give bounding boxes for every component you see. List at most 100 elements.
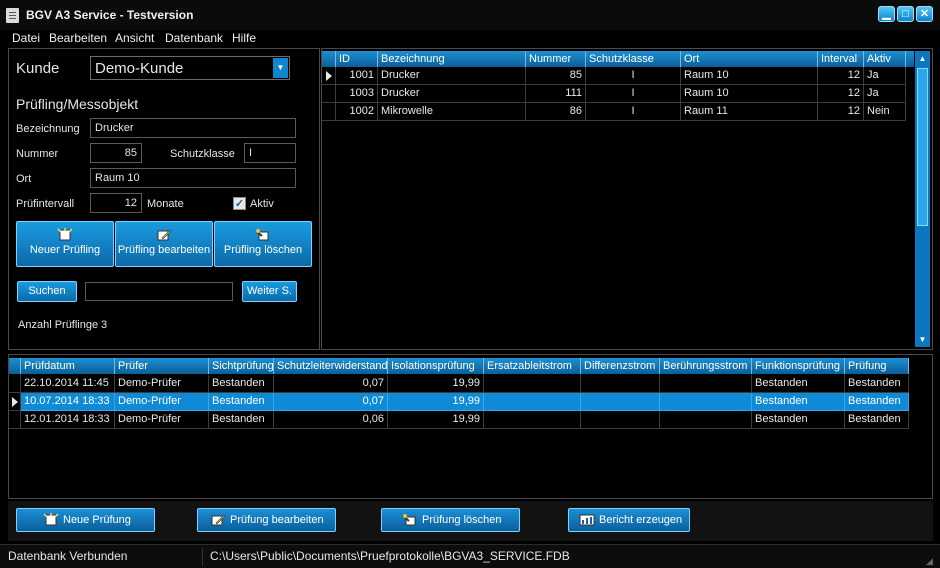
scroll-thumb[interactable] bbox=[917, 68, 928, 226]
delete-device-label: Prüfling löschen bbox=[223, 244, 303, 256]
edit-device-button[interactable]: Prüfling bearbeiten bbox=[115, 221, 213, 267]
table-row[interactable]: 1001 Drucker 85 I Raum 10 12 Ja bbox=[322, 67, 906, 85]
cell-pruefer: Demo-Prüfer bbox=[115, 375, 209, 393]
nummer-field[interactable]: 85 bbox=[90, 143, 142, 163]
customer-select[interactable]: Demo-Kunde ▼ bbox=[90, 56, 290, 80]
close-button[interactable]: ✕ bbox=[916, 6, 933, 22]
col-header-nummer[interactable]: Nummer bbox=[526, 51, 586, 67]
row-indicator bbox=[322, 85, 336, 103]
new-test-button[interactable]: Neue Prüfung bbox=[16, 508, 155, 532]
cell-sichtpruefung: Bestanden bbox=[209, 393, 274, 411]
row-indicator bbox=[9, 411, 21, 429]
cell-id: 1002 bbox=[336, 103, 378, 121]
search-button[interactable]: Suchen bbox=[17, 281, 77, 302]
menu-datei[interactable]: Datei bbox=[12, 31, 40, 45]
col-header-id[interactable]: ID bbox=[336, 51, 378, 67]
col-header-pruefung[interactable]: Prüfung bbox=[845, 358, 909, 374]
cell-pruefung: Bestanden bbox=[845, 393, 909, 411]
ort-field[interactable]: Raum 10 bbox=[90, 168, 296, 188]
delete-test-label: Prüfung löschen bbox=[422, 514, 502, 526]
cell-beruehrungsstrom bbox=[660, 411, 752, 429]
new-device-icon bbox=[57, 228, 73, 241]
cell-schutzleiterwiderstand: 0,07 bbox=[274, 375, 388, 393]
menu-datenbank[interactable]: Datenbank bbox=[165, 31, 223, 45]
cell-sichtpruefung: Bestanden bbox=[209, 375, 274, 393]
search-input[interactable] bbox=[85, 282, 233, 301]
bezeichnung-field[interactable]: Drucker bbox=[90, 118, 296, 138]
create-report-button[interactable]: Bericht erzeugen bbox=[568, 508, 690, 532]
row-indicator bbox=[9, 375, 21, 393]
customer-select-value: Demo-Kunde bbox=[95, 60, 184, 77]
cell-pruefer: Demo-Prüfer bbox=[115, 393, 209, 411]
scroll-down-icon[interactable]: ▼ bbox=[915, 332, 930, 347]
cell-isolationspruefung: 19,99 bbox=[388, 411, 484, 429]
resize-grip-icon[interactable]: ◢ bbox=[926, 556, 936, 566]
col-header-schutzleiterwiderstand[interactable]: Schutzleiterwiderstand bbox=[274, 358, 388, 374]
col-header-pruefer[interactable]: Prüfer bbox=[115, 358, 209, 374]
new-device-button[interactable]: Neuer Prüfling bbox=[16, 221, 114, 267]
search-next-button[interactable]: Weiter S. bbox=[242, 281, 297, 302]
delete-device-button[interactable]: Prüfling löschen bbox=[214, 221, 312, 267]
cell-schutzleiterwiderstand: 0,06 bbox=[274, 411, 388, 429]
schutzklasse-label: Schutzklasse bbox=[170, 148, 235, 160]
table-row[interactable]: 1002 Mikrowelle 86 I Raum 11 12 Nein bbox=[322, 103, 906, 121]
cell-aktiv: Ja bbox=[864, 85, 906, 103]
devices-vertical-scrollbar[interactable]: ▲ ▼ bbox=[915, 51, 930, 347]
minimize-button[interactable]: ▁ bbox=[878, 6, 895, 22]
device-count-value: 3 bbox=[101, 319, 108, 331]
section-title: Prüfling/Messobjekt bbox=[16, 96, 139, 112]
edit-device-label: Prüfling bearbeiten bbox=[117, 244, 211, 256]
menu-ansicht[interactable]: Ansicht bbox=[115, 31, 154, 45]
col-header-beruehrungsstrom[interactable]: Berührungsstrom bbox=[660, 358, 752, 374]
col-header-differenzstrom[interactable]: Differenzstrom bbox=[581, 358, 660, 374]
table-row[interactable]: 12.01.2014 18:33 Demo-Prüfer Bestanden 0… bbox=[9, 411, 909, 429]
chevron-down-icon[interactable]: ▼ bbox=[273, 58, 288, 78]
table-row[interactable]: 22.10.2014 11:45 Demo-Prüfer Bestanden 0… bbox=[9, 375, 909, 393]
table-row-selected[interactable]: 10.07.2014 18:33 Demo-Prüfer Bestanden 0… bbox=[9, 393, 909, 411]
devices-table-header: ID Bezeichnung Nummer Schutzklasse Ort I… bbox=[322, 51, 914, 67]
col-header-interval[interactable]: Interval bbox=[818, 51, 864, 67]
schutzklasse-field[interactable]: I bbox=[244, 143, 296, 163]
cell-nummer: 86 bbox=[526, 103, 586, 121]
col-header-sichtpruefung[interactable]: Sichtprüfung bbox=[209, 358, 274, 374]
delete-test-button[interactable]: Prüfung löschen bbox=[381, 508, 520, 532]
cell-nummer: 85 bbox=[526, 67, 586, 85]
edit-test-label: Prüfung bearbeiten bbox=[230, 514, 324, 526]
monate-label: Monate bbox=[147, 198, 184, 210]
cell-ort: Raum 10 bbox=[681, 67, 818, 85]
cell-funktionspruefung: Bestanden bbox=[752, 393, 845, 411]
aktiv-checkbox[interactable]: ✓ bbox=[233, 197, 246, 210]
col-header-bezeichnung[interactable]: Bezeichnung bbox=[378, 51, 526, 67]
col-header-schutzklasse[interactable]: Schutzklasse bbox=[586, 51, 681, 67]
cell-schutzklasse: I bbox=[586, 85, 681, 103]
scroll-up-icon[interactable]: ▲ bbox=[915, 51, 930, 66]
cell-ersatzableitstrom bbox=[484, 393, 581, 411]
col-header-isolationspruefung[interactable]: Isolationsprüfung bbox=[388, 358, 484, 374]
cell-pruefung: Bestanden bbox=[845, 411, 909, 429]
col-header-ersatzableitstrom[interactable]: Ersatzableitstrom bbox=[484, 358, 581, 374]
create-report-label: Bericht erzeugen bbox=[599, 514, 683, 526]
pruefintervall-field[interactable]: 12 bbox=[90, 193, 142, 213]
maximize-button[interactable]: □ bbox=[897, 6, 914, 22]
tests-table-header: Prüfdatum Prüfer Sichtprüfung Schutzleit… bbox=[9, 358, 909, 374]
menu-bearbeiten[interactable]: Bearbeiten bbox=[49, 31, 107, 45]
cell-bezeichnung: Mikrowelle bbox=[378, 103, 526, 121]
col-header-pruefdatum[interactable]: Prüfdatum bbox=[21, 358, 115, 374]
row-indicator bbox=[322, 67, 336, 85]
cell-pruefdatum: 12.01.2014 18:33 bbox=[21, 411, 115, 429]
cell-ersatzableitstrom bbox=[484, 411, 581, 429]
menu-hilfe[interactable]: Hilfe bbox=[232, 31, 256, 45]
current-row-arrow-icon bbox=[326, 71, 332, 81]
cell-pruefer: Demo-Prüfer bbox=[115, 411, 209, 429]
cell-schutzklasse: I bbox=[586, 67, 681, 85]
cell-schutzklasse: I bbox=[586, 103, 681, 121]
edit-test-button[interactable]: Prüfung bearbeiten bbox=[197, 508, 336, 532]
col-header-aktiv[interactable]: Aktiv bbox=[864, 51, 906, 67]
table-row[interactable]: 1003 Drucker 111 I Raum 10 12 Ja bbox=[322, 85, 906, 103]
col-header-funktionspruefung[interactable]: Funktionsprüfung bbox=[752, 358, 845, 374]
row-indicator bbox=[9, 393, 21, 411]
cell-schutzleiterwiderstand: 0,07 bbox=[274, 393, 388, 411]
row-indicator bbox=[322, 103, 336, 121]
cell-bezeichnung: Drucker bbox=[378, 85, 526, 103]
col-header-ort[interactable]: Ort bbox=[681, 51, 818, 67]
